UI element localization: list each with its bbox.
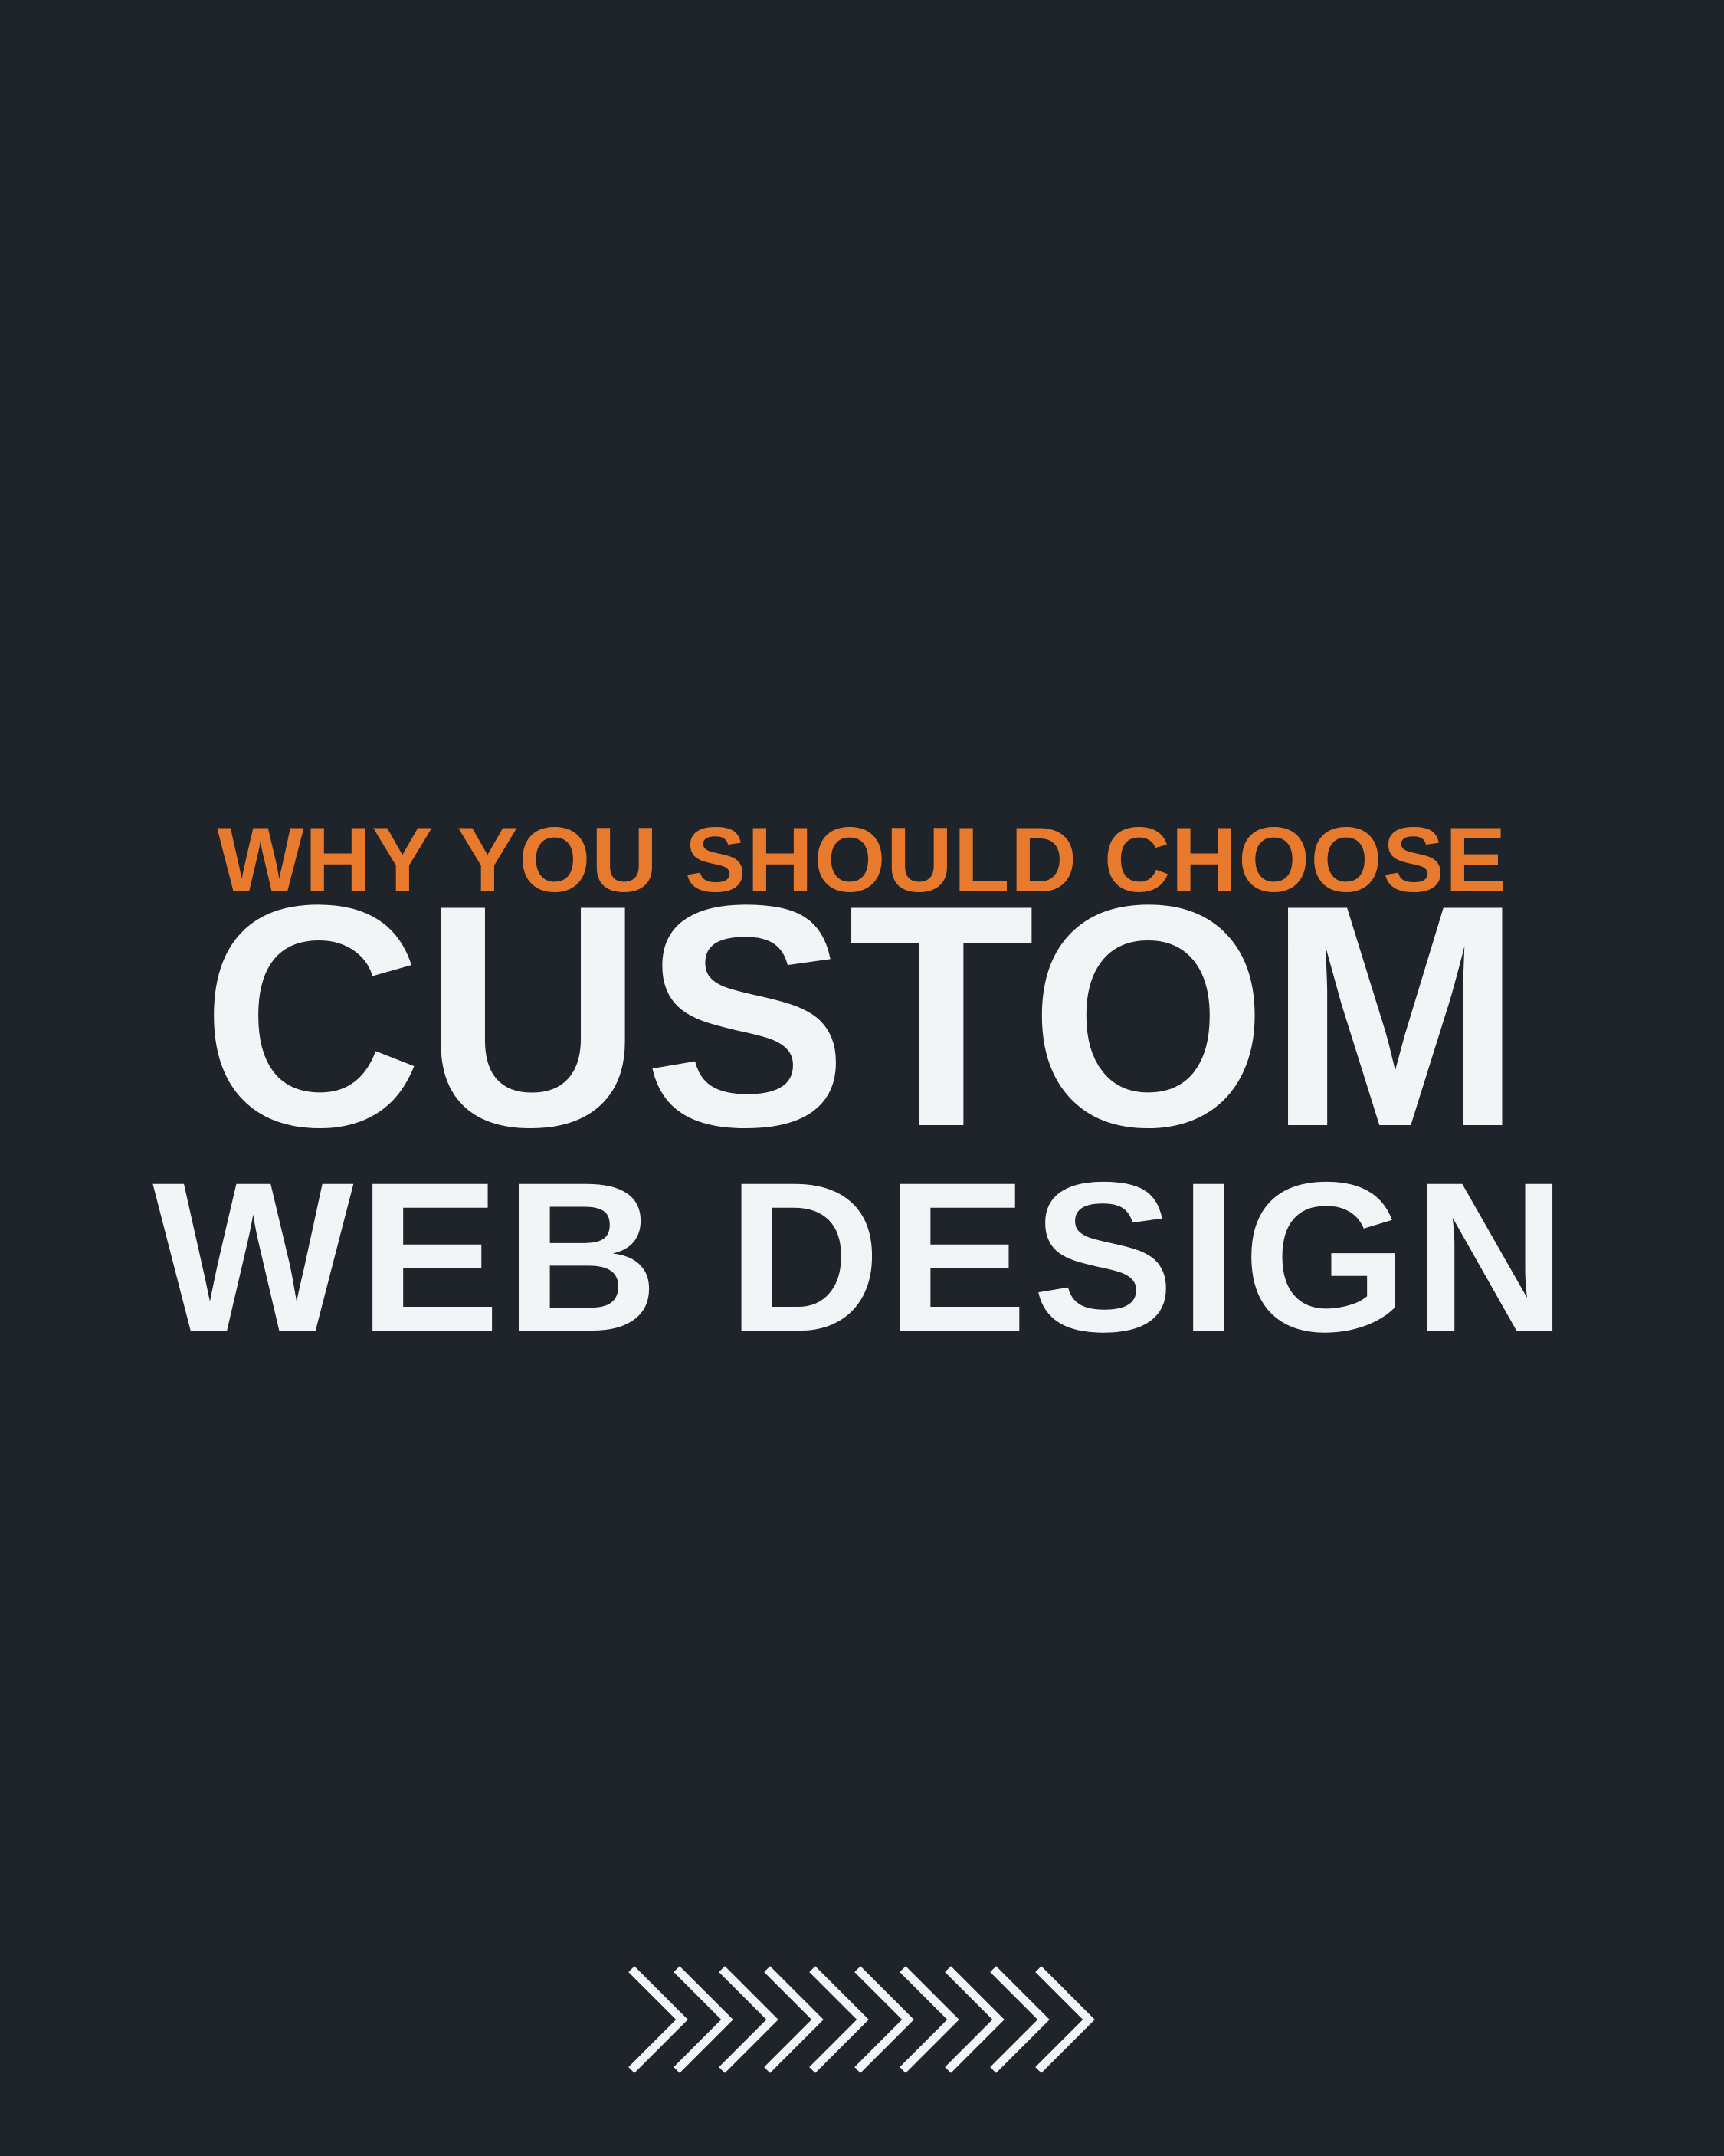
headline-sub: WEB DESIGN bbox=[152, 1137, 1572, 1376]
chevrons-right-icon bbox=[628, 1966, 1095, 2073]
chevron-right-icon bbox=[628, 1966, 688, 2073]
headline-main: CUSTOM bbox=[201, 840, 1523, 1193]
poster: WHY YOU SHOULD CHOOSE CUSTOM WEB DESIGN bbox=[0, 0, 1724, 2156]
